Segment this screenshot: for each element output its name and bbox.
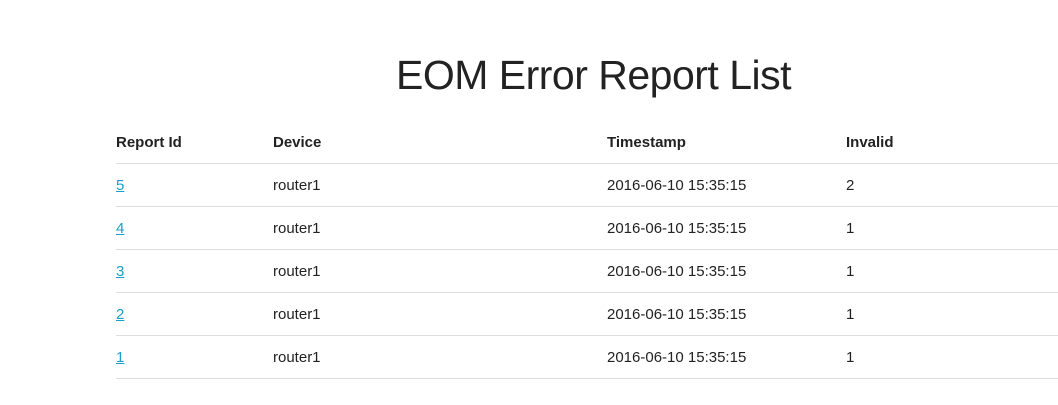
device-cell: router1 bbox=[273, 163, 607, 207]
invalid-cell: 1 bbox=[846, 292, 1058, 336]
timestamp-cell: 2016-06-10 15:35:15 bbox=[607, 206, 846, 250]
invalid-cell: 2 bbox=[846, 163, 1058, 207]
timestamp-cell: 2016-06-10 15:35:15 bbox=[607, 335, 846, 379]
device-cell: router1 bbox=[273, 206, 607, 250]
report-link[interactable]: 1 bbox=[116, 349, 124, 366]
column-header-device: Device bbox=[273, 121, 607, 164]
header-row: Report Id Device Timestamp Invalid bbox=[116, 121, 1058, 164]
device-cell: router1 bbox=[273, 335, 607, 379]
report-link[interactable]: 4 bbox=[116, 220, 124, 237]
table-row: 5 router1 2016-06-10 15:35:15 2 bbox=[116, 163, 1058, 207]
invalid-cell: 1 bbox=[846, 335, 1058, 379]
report-link[interactable]: 2 bbox=[116, 306, 124, 323]
report-id-cell: 3 bbox=[116, 249, 273, 293]
table-body: 5 router1 2016-06-10 15:35:15 2 4 router… bbox=[116, 163, 1058, 379]
report-id-cell: 5 bbox=[116, 163, 273, 207]
column-header-invalid: Invalid bbox=[846, 121, 1058, 164]
report-link[interactable]: 3 bbox=[116, 263, 124, 280]
table-row: 2 router1 2016-06-10 15:35:15 1 bbox=[116, 292, 1058, 336]
column-header-report-id: Report Id bbox=[116, 121, 273, 164]
invalid-cell: 1 bbox=[846, 206, 1058, 250]
report-id-cell: 4 bbox=[116, 206, 273, 250]
page-title: EOM Error Report List bbox=[395, 52, 792, 98]
timestamp-cell: 2016-06-10 15:35:15 bbox=[607, 163, 846, 207]
invalid-cell: 1 bbox=[846, 249, 1058, 293]
timestamp-cell: 2016-06-10 15:35:15 bbox=[607, 292, 846, 336]
report-id-cell: 2 bbox=[116, 292, 273, 336]
timestamp-cell: 2016-06-10 15:35:15 bbox=[607, 249, 846, 293]
device-cell: router1 bbox=[273, 292, 607, 336]
report-table: Report Id Device Timestamp Invalid 5 rou… bbox=[116, 121, 1058, 379]
table-row: 4 router1 2016-06-10 15:35:15 1 bbox=[116, 206, 1058, 250]
column-header-timestamp: Timestamp bbox=[607, 121, 846, 164]
report-id-cell: 1 bbox=[116, 335, 273, 379]
table-row: 1 router1 2016-06-10 15:35:15 1 bbox=[116, 335, 1058, 379]
report-link[interactable]: 5 bbox=[116, 177, 124, 194]
table-header: Report Id Device Timestamp Invalid bbox=[116, 121, 1058, 164]
device-cell: router1 bbox=[273, 249, 607, 293]
table-row: 3 router1 2016-06-10 15:35:15 1 bbox=[116, 249, 1058, 293]
